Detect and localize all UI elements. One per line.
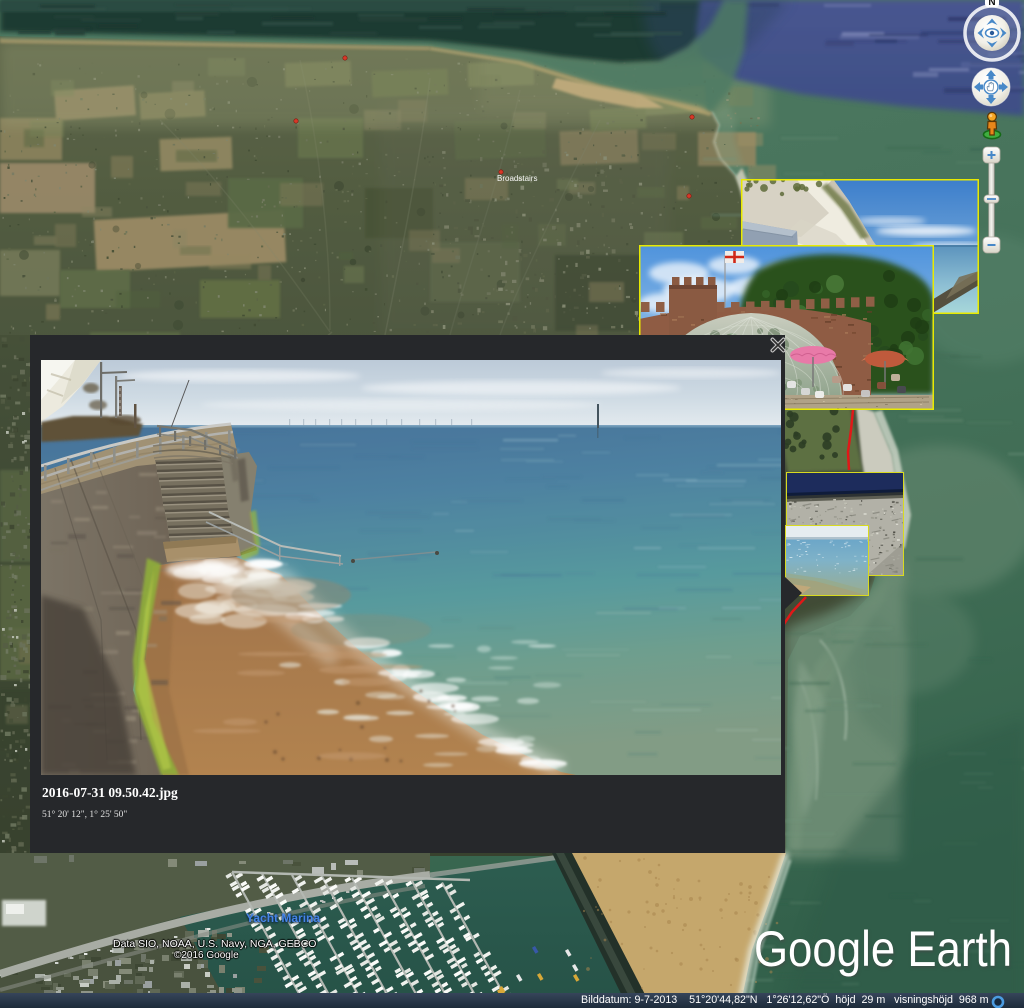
svg-text:N: N (988, 0, 995, 8)
svg-text:Google Earth: Google Earth (754, 921, 1012, 977)
svg-text:Broadstairs: Broadstairs (497, 174, 537, 183)
